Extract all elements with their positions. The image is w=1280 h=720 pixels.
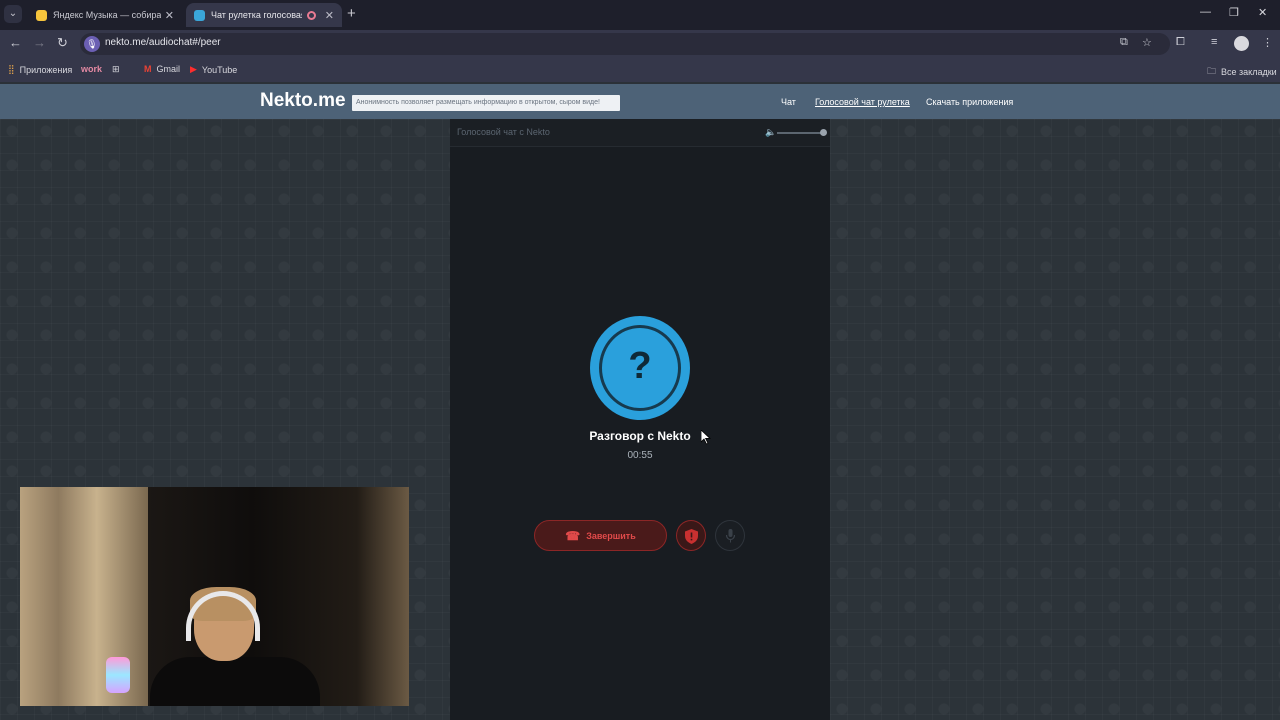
close-window-icon[interactable]: ✕ [1258, 6, 1267, 19]
microphone-site-icon[interactable]: 🎙 [84, 36, 100, 52]
yandex-music-favicon-icon [36, 9, 47, 21]
install-app-icon[interactable]: ⧉ [1120, 36, 1128, 49]
end-call-button[interactable]: ☎ Завершить [534, 520, 667, 551]
mouse-cursor-icon [701, 430, 711, 445]
gmail-icon: M [144, 64, 152, 74]
tab-title: Чат рулетка голосовая — Г [211, 10, 302, 20]
browser-menu-icon[interactable]: ⋮ [1262, 36, 1273, 49]
bookmark-youtube[interactable]: ▶ YouTube [190, 64, 237, 75]
peer-avatar: ? [590, 316, 690, 420]
nekto-favicon-icon [194, 9, 205, 21]
call-timer: 00:55 [627, 450, 653, 461]
webcam-overlay [20, 487, 409, 706]
address-bar[interactable]: 🎙 nekto.me/audiochat#/peer [80, 33, 1170, 55]
close-tab-icon[interactable]: ✕ [325, 9, 334, 22]
bookmark-grid[interactable]: ⊞ [112, 64, 125, 75]
panel-title: Голосовой чат с Nekto [457, 127, 550, 137]
webcam-person-body [150, 657, 320, 706]
volume-icon[interactable]: 🔈 [765, 127, 776, 138]
volume-slider[interactable] [777, 132, 825, 134]
anonymity-banner: Анонимность позволяет размещать информац… [352, 95, 620, 111]
extensions-icon[interactable]: ⧠ [1176, 36, 1185, 49]
restore-window-icon[interactable]: ❐ [1229, 6, 1239, 19]
reload-icon[interactable]: ↻ [57, 35, 68, 51]
voice-chat-panel: Голосовой чат с Nekto 🔈 ? Разговор с Nek… [450, 119, 830, 720]
report-shield-button[interactable] [676, 520, 706, 551]
site-header: Nekto.me Чат Голосовой чат рулетка Скача… [0, 84, 1280, 119]
bookmark-apps[interactable]: ⣿ Приложения [8, 64, 72, 75]
shield-icon [685, 529, 698, 544]
tab-search-icon[interactable]: ⌄ [4, 5, 22, 23]
recording-indicator-icon [306, 10, 316, 20]
volume-slider-handle[interactable] [820, 129, 827, 136]
folder-icon: 🗀 [1207, 66, 1217, 76]
bookmarks-bar: ⣿ Приложения work ⊞ M Gmail ▶ YouTube 🗀 … [0, 58, 1280, 82]
background-pattern-right [830, 119, 1280, 720]
site-logo[interactable]: Nekto.me [260, 90, 346, 112]
new-tab-button[interactable]: + [347, 5, 356, 22]
end-call-label: Завершить [586, 530, 636, 541]
microphone-toggle-button[interactable] [715, 520, 745, 551]
bookmark-star-icon[interactable]: ☆ [1142, 36, 1152, 49]
all-bookmarks[interactable]: 🗀 Все закладки [1207, 64, 1277, 80]
media-control-icon[interactable]: ≡ [1211, 36, 1217, 48]
panel-header: Голосовой чат с Nekto 🔈 [450, 119, 830, 147]
grid-icon: ⊞ [112, 64, 120, 74]
back-icon[interactable]: ← [9, 35, 22, 50]
avatar-ring: ? [599, 325, 681, 411]
forward-icon[interactable]: → [33, 35, 46, 50]
minimize-window-icon[interactable]: — [1200, 6, 1211, 18]
nav-link-chat[interactable]: Чат [781, 97, 796, 107]
bookmark-label: work [81, 64, 103, 74]
nav-link-download-apps[interactable]: Скачать приложения [926, 97, 1013, 107]
url-text[interactable]: nekto.me/audiochat#/peer [105, 37, 221, 48]
bookmark-label: Gmail [156, 64, 181, 74]
all-bookmarks-label: Все закладки [1221, 67, 1277, 77]
close-tab-icon[interactable]: ✕ [165, 9, 174, 22]
youtube-icon: ▶ [190, 64, 197, 74]
bookmark-work[interactable]: work [81, 64, 102, 74]
bookmark-gmail[interactable]: M Gmail [144, 64, 180, 74]
tab-nekto-voice-chat[interactable]: Чат рулетка голосовая — Г ✕ [186, 3, 342, 27]
webcam-lamp [106, 657, 130, 693]
browser-toolbar: ← → ↻ 🎙 nekto.me/audiochat#/peer ⧉ ☆ ⧠ ≡… [0, 30, 1280, 58]
browser-tab-strip: ⌄ Яндекс Музыка — собираем м ✕ Чат рулет… [0, 0, 1280, 30]
microphone-icon [726, 529, 735, 543]
nav-link-voice-chat[interactable]: Голосовой чат рулетка [815, 97, 910, 107]
tab-title: Яндекс Музыка — собираем м [53, 10, 161, 20]
question-mark-icon: ? [628, 345, 652, 387]
bookmark-label: YouTube [201, 64, 238, 75]
profile-avatar[interactable] [1234, 36, 1249, 51]
apps-grid-icon: ⣿ [8, 64, 15, 74]
bookmark-label: Приложения [19, 64, 73, 75]
tab-yandex-music[interactable]: Яндекс Музыка — собираем м ✕ [28, 3, 182, 27]
hang-up-phone-icon: ☎ [565, 528, 581, 543]
